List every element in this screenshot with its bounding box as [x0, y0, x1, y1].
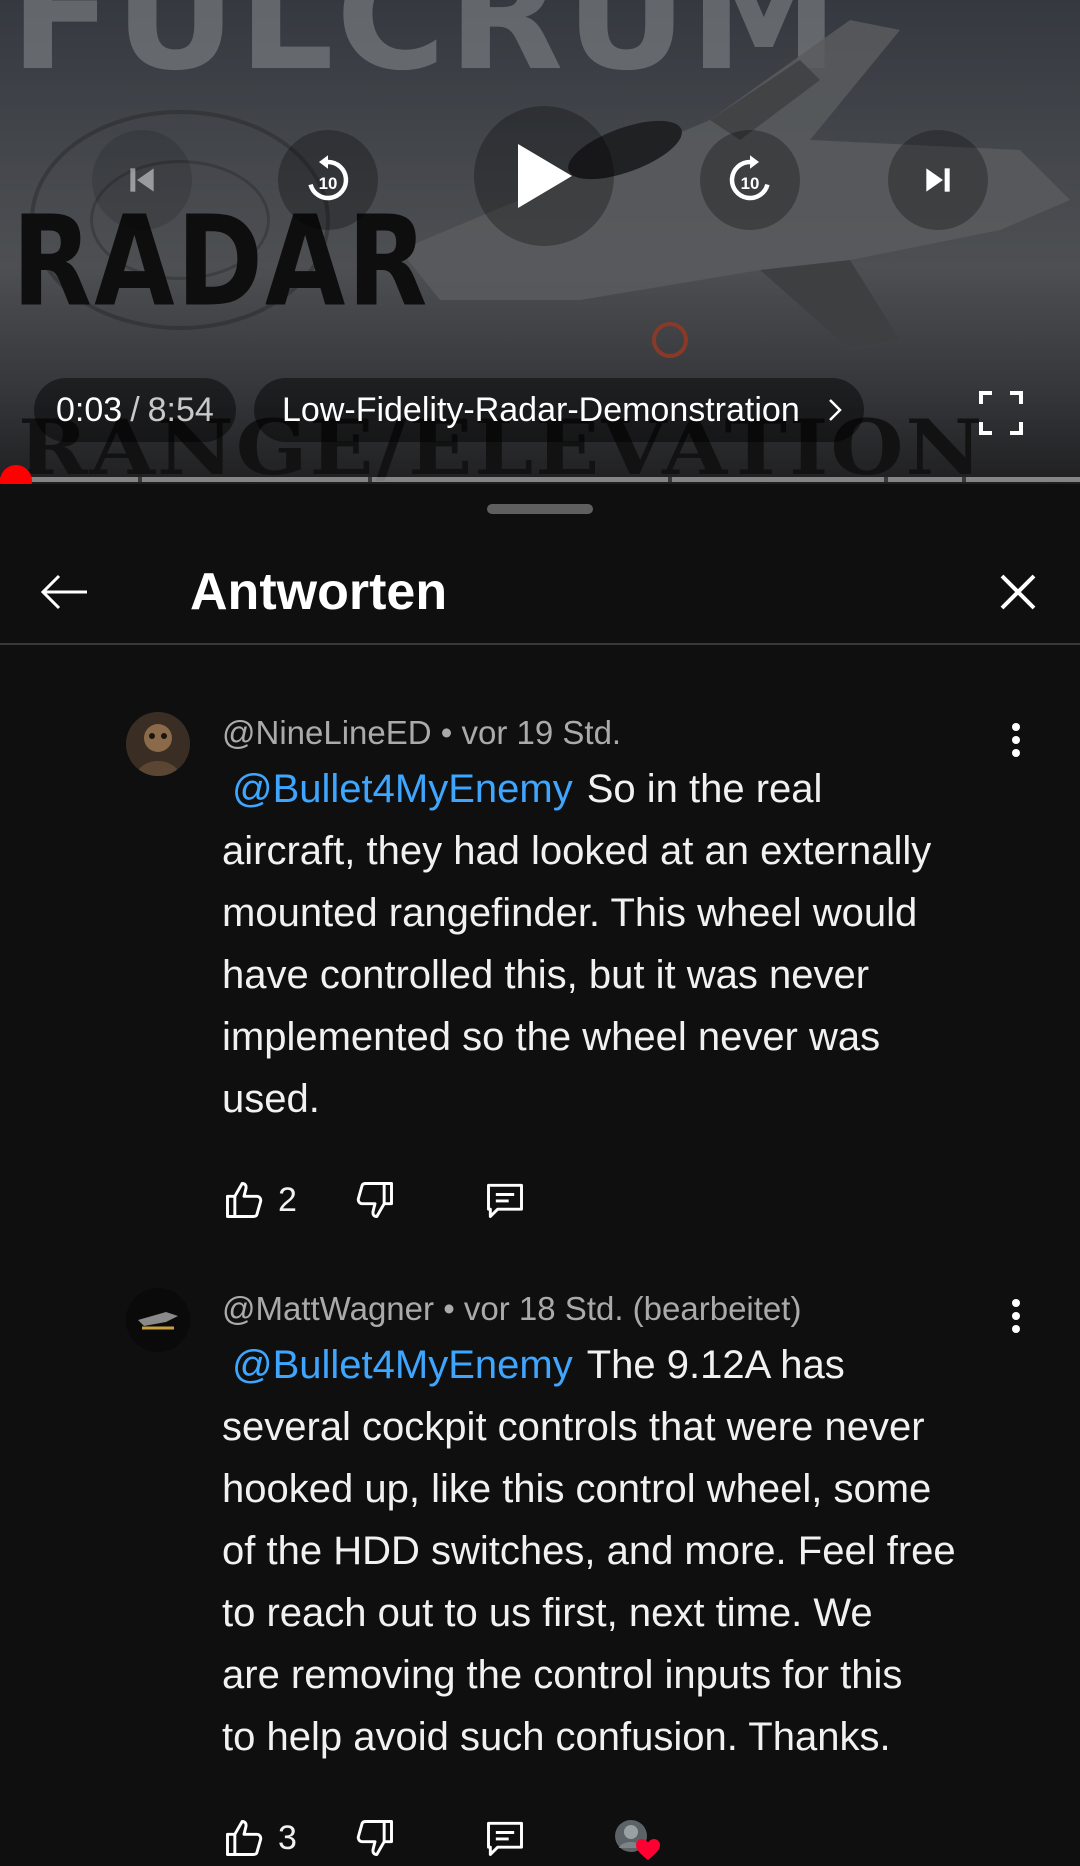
next-video-button[interactable] [888, 130, 988, 230]
close-icon [1000, 574, 1036, 610]
video-player[interactable]: FULCRUM RADAR RANGE/ELEVATION 10 10 0:03… [0, 0, 1080, 484]
dislike-button[interactable] [353, 1816, 397, 1860]
like-button[interactable]: 2 [222, 1178, 297, 1222]
reply-button[interactable] [483, 1816, 527, 1860]
avatar[interactable] [126, 712, 190, 776]
time-display[interactable]: 0:03 / 8:54 [34, 378, 236, 442]
comment-line: used. [222, 1077, 320, 1121]
rewind-10-button[interactable]: 10 [278, 130, 378, 230]
thumbs-down-icon [356, 1182, 393, 1218]
comment-line: of the HDD switches, and more. Feel free [222, 1529, 956, 1573]
comment-line: @Bullet4MyEnemy So in the real [232, 767, 823, 811]
thumbs-up-icon [226, 1182, 263, 1218]
previous-video-button[interactable] [92, 130, 192, 230]
header-divider [0, 643, 1080, 645]
comment-line: have controlled this, but it was never [222, 953, 870, 997]
skip-next-icon [926, 168, 950, 192]
comment-line: implemented so the wheel never was [222, 1015, 881, 1059]
avatar[interactable] [126, 1288, 190, 1352]
chevron-right-icon [828, 399, 842, 421]
svg-text:10: 10 [319, 174, 338, 193]
comment-icon [486, 1821, 523, 1856]
chapter-marker [668, 477, 672, 482]
heart-icon [635, 1839, 660, 1860]
comment-author[interactable]: @MattWagner [222, 1290, 434, 1327]
like-count: 3 [278, 1818, 297, 1857]
comment-line: to reach out to us first, next time. We [222, 1591, 873, 1635]
forward-10-icon: 10 [729, 155, 770, 201]
panel-title: Antworten [190, 563, 448, 621]
comment-line: to help avoid such confusion. Thanks. [222, 1715, 891, 1759]
progress-bar[interactable] [0, 477, 1080, 482]
skip-previous-icon [130, 168, 154, 192]
comment-actions: 3 [222, 1808, 660, 1866]
comment-line: mounted rangefinder. This wheel would [222, 891, 918, 935]
more-vert-icon [1012, 723, 1020, 757]
comment-actions: 2 [222, 1170, 527, 1230]
comment-text: @Bullet4MyEnemy So in the real aircraft, … [222, 758, 1022, 1130]
reply-button[interactable] [483, 1178, 527, 1222]
mention-link[interactable]: @Bullet4MyEnemy [232, 1343, 573, 1387]
chapter-marker [138, 477, 142, 482]
chapter-marker [962, 477, 966, 482]
comment-line: aircraft, they had looked at an external… [222, 829, 932, 873]
comment-line: several cockpit controls that were never [222, 1405, 925, 1449]
video-duration: 8:54 [147, 390, 214, 429]
meta-dot: • [443, 1290, 455, 1327]
more-vert-icon [1012, 1299, 1020, 1333]
play-icon [518, 144, 572, 208]
comment-meta: @NineLineED • vor 19 Std. [222, 714, 621, 752]
drag-handle[interactable] [487, 504, 593, 514]
comment-meta: @MattWagner • vor 18 Std. (bearbeitet) [222, 1290, 801, 1328]
fullscreen-icon[interactable] [978, 390, 1024, 436]
comment-time: vor 18 Std. (bearbeitet) [463, 1290, 802, 1327]
chapter-marker [884, 477, 888, 482]
creator-heart [613, 1816, 660, 1860]
time-separator: / [130, 390, 140, 429]
comment-icon [486, 1183, 523, 1218]
like-count: 2 [278, 1180, 297, 1219]
chapter-title: Low-Fidelity-Radar-Demonstration [282, 390, 800, 429]
dislike-button[interactable] [353, 1178, 397, 1222]
like-button[interactable]: 3 [222, 1816, 297, 1860]
play-button[interactable] [474, 106, 614, 246]
panel-header: Antworten [0, 542, 1080, 642]
thumbs-up-icon [226, 1820, 263, 1856]
mention-link[interactable]: @Bullet4MyEnemy [232, 767, 573, 811]
close-button[interactable] [986, 560, 1050, 624]
comment-line: hooked up, like this control wheel, some [222, 1467, 932, 1511]
comment-text: @Bullet4MyEnemy The 9.12A has several coc… [222, 1334, 1022, 1768]
back-button[interactable] [32, 560, 96, 624]
forward-10-button[interactable]: 10 [700, 130, 800, 230]
avatar-image [126, 712, 190, 776]
comment-author[interactable]: @NineLineED [222, 714, 432, 751]
thumbs-down-icon [356, 1820, 393, 1856]
replies-panel: Antworten @NineLineED • vor 19 Std. @Bul… [0, 484, 1080, 1866]
chapter-marker [368, 477, 372, 482]
avatar-image [126, 1288, 190, 1352]
arrow-left-icon [40, 574, 87, 610]
current-time: 0:03 [56, 390, 123, 429]
comment-line: are removing the control inputs for this [222, 1653, 903, 1697]
svg-text:10: 10 [741, 174, 760, 193]
chapter-button[interactable]: Low-Fidelity-Radar-Demonstration [254, 378, 864, 442]
comment-line: @Bullet4MyEnemy The 9.12A has [232, 1343, 845, 1387]
meta-dot: • [440, 714, 453, 751]
rewind-10-icon: 10 [308, 155, 349, 201]
comment-time: vor 19 Std. [461, 714, 622, 751]
